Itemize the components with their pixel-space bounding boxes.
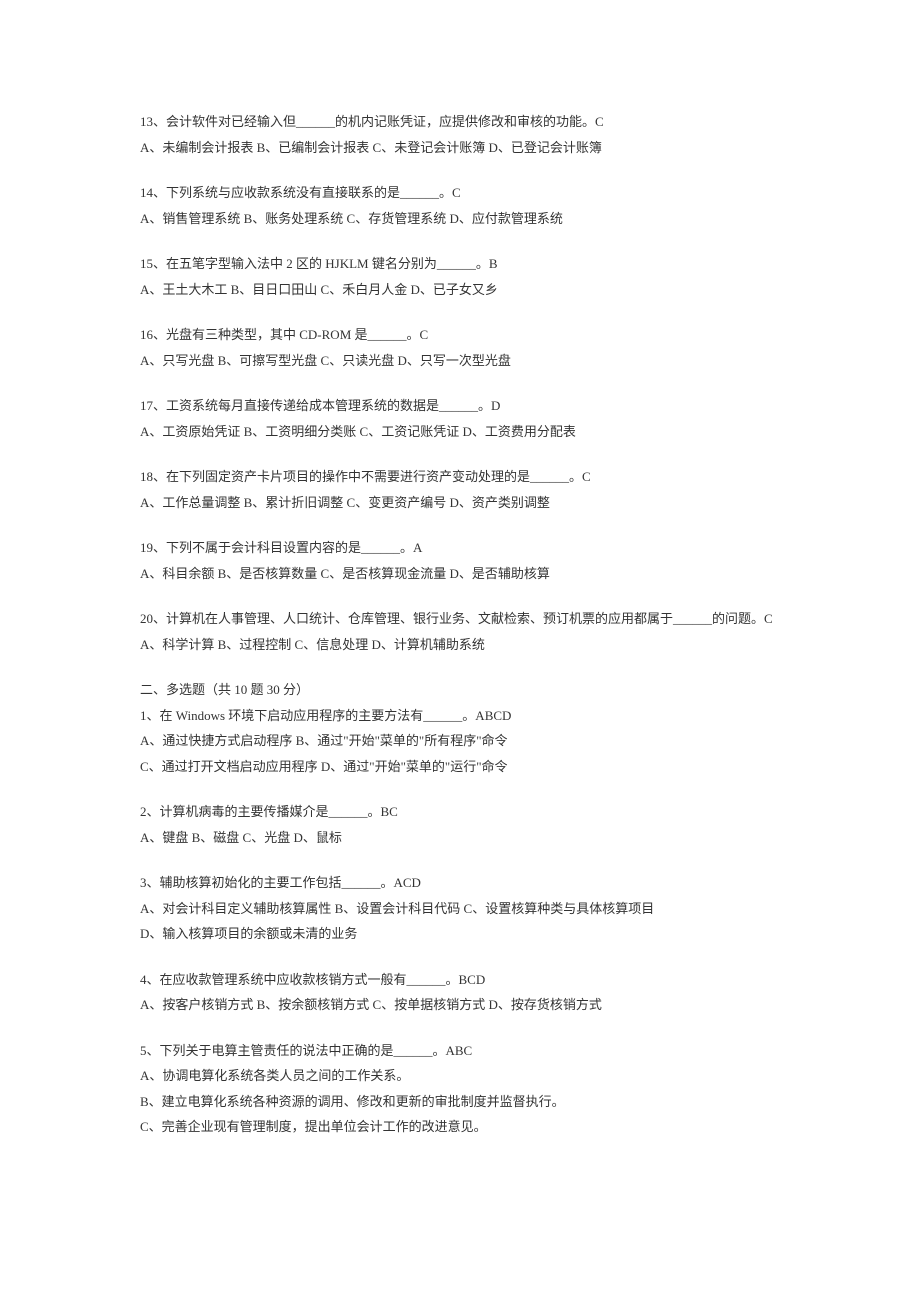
question-block: 4、在应收款管理系统中应收款核销方式一般有______。BCD A、按客户核销方式… [140, 970, 780, 1015]
question-stem: 3、辅助核算初始化的主要工作包括______。ACD [140, 873, 780, 893]
question-block: 13、会计软件对已经输入但______的机内记账凭证，应提供修改和审核的功能。C… [140, 112, 780, 157]
question-stem: 2、计算机病毒的主要传播媒介是______。BC [140, 802, 780, 822]
question-options: A、科目余额 B、是否核算数量 C、是否核算现金流量 D、是否辅助核算 [140, 564, 780, 584]
question-options: A、工资原始凭证 B、工资明细分类账 C、工资记账凭证 D、工资费用分配表 [140, 422, 780, 442]
question-block: 17、工资系统每月直接传递给成本管理系统的数据是______。D A、工资原始凭证… [140, 396, 780, 441]
question-options: C、通过打开文档启动应用程序 D、通过"开始"菜单的"运行"命令 [140, 757, 780, 777]
question-stem: 13、会计软件对已经输入但______的机内记账凭证，应提供修改和审核的功能。C [140, 112, 780, 132]
question-block: 15、在五笔字型输入法中 2 区的 HJKLM 键名分别为______。B A、王… [140, 254, 780, 299]
question-options: A、通过快捷方式启动程序 B、通过"开始"菜单的"所有程序"命令 [140, 731, 780, 751]
question-options: A、王土大木工 B、目日口田山 C、禾白月人金 D、已子女又乡 [140, 280, 780, 300]
question-stem: 17、工资系统每月直接传递给成本管理系统的数据是______。D [140, 396, 780, 416]
question-stem: 14、下列系统与应收款系统没有直接联系的是______。C [140, 183, 780, 203]
question-block: 16、光盘有三种类型，其中 CD-ROM 是______。C A、只写光盘 B、可… [140, 325, 780, 370]
question-options: C、完善企业现有管理制度，提出单位会计工作的改进意见。 [140, 1117, 780, 1137]
question-stem: 1、在 Windows 环境下启动应用程序的主要方法有______。ABCD [140, 706, 780, 726]
question-block: 5、下列关于电算主管责任的说法中正确的是______。ABC A、协调电算化系统各… [140, 1041, 780, 1137]
question-block: 20、计算机在人事管理、人口统计、仓库管理、银行业务、文献检索、预订机票的应用都… [140, 609, 780, 654]
question-stem: 18、在下列固定资产卡片项目的操作中不需要进行资产变动处理的是______。C [140, 467, 780, 487]
question-options: B、建立电算化系统各种资源的调用、修改和更新的审批制度并监督执行。 [140, 1092, 780, 1112]
question-options: A、只写光盘 B、可擦写型光盘 C、只读光盘 D、只写一次型光盘 [140, 351, 780, 371]
question-options: A、工作总量调整 B、累计折旧调整 C、变更资产编号 D、资产类别调整 [140, 493, 780, 513]
question-block: 3、辅助核算初始化的主要工作包括______。ACD A、对会计科目定义辅助核算属… [140, 873, 780, 944]
question-options: A、未编制会计报表 B、已编制会计报表 C、未登记会计账簿 D、已登记会计账簿 [140, 138, 780, 158]
section-header: 二、多选题（共 10 题 30 分） [140, 680, 780, 700]
question-stem: 16、光盘有三种类型，其中 CD-ROM 是______。C [140, 325, 780, 345]
question-options: A、按客户核销方式 B、按余额核销方式 C、按单据核销方式 D、按存货核销方式 [140, 995, 780, 1015]
question-stem: 20、计算机在人事管理、人口统计、仓库管理、银行业务、文献检索、预订机票的应用都… [140, 609, 780, 629]
question-options: A、协调电算化系统各类人员之间的工作关系。 [140, 1066, 780, 1086]
question-block: 18、在下列固定资产卡片项目的操作中不需要进行资产变动处理的是______。C A… [140, 467, 780, 512]
question-block: 19、下列不属于会计科目设置内容的是______。A A、科目余额 B、是否核算数… [140, 538, 780, 583]
question-stem: 19、下列不属于会计科目设置内容的是______。A [140, 538, 780, 558]
question-block: 14、下列系统与应收款系统没有直接联系的是______。C A、销售管理系统 B、… [140, 183, 780, 228]
question-options: A、键盘 B、磁盘 C、光盘 D、鼠标 [140, 828, 780, 848]
question-options: D、输入核算项目的余额或未清的业务 [140, 924, 780, 944]
section-2: 二、多选题（共 10 题 30 分） 1、在 Windows 环境下启动应用程序的… [140, 680, 780, 776]
question-options: A、对会计科目定义辅助核算属性 B、设置会计科目代码 C、设置核算种类与具体核算… [140, 899, 780, 919]
question-stem: 5、下列关于电算主管责任的说法中正确的是______。ABC [140, 1041, 780, 1061]
question-stem: 4、在应收款管理系统中应收款核销方式一般有______。BCD [140, 970, 780, 990]
question-block: 2、计算机病毒的主要传播媒介是______。BC A、键盘 B、磁盘 C、光盘 D… [140, 802, 780, 847]
question-options: A、销售管理系统 B、账务处理系统 C、存货管理系统 D、应付款管理系统 [140, 209, 780, 229]
question-options: A、科学计算 B、过程控制 C、信息处理 D、计算机辅助系统 [140, 635, 780, 655]
question-stem: 15、在五笔字型输入法中 2 区的 HJKLM 键名分别为______。B [140, 254, 780, 274]
